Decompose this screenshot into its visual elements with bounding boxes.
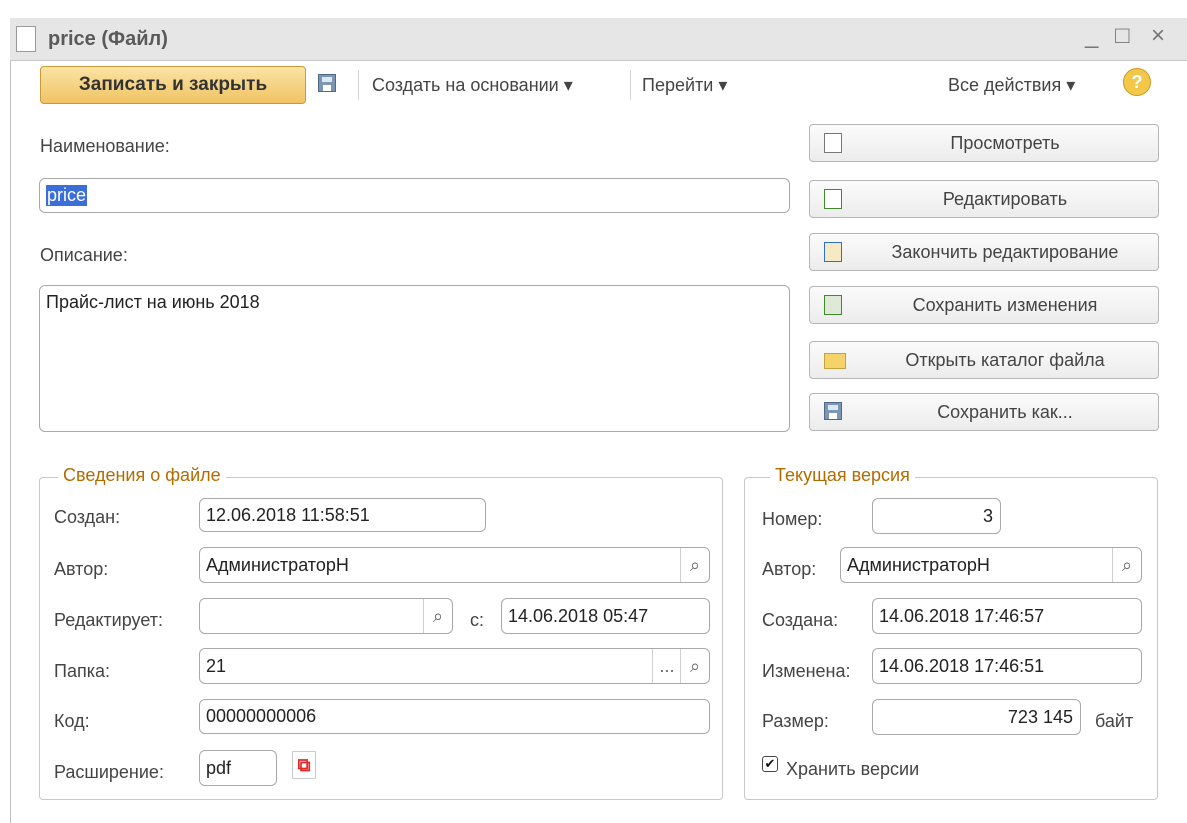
search-icon[interactable]: ⌕ — [680, 548, 709, 582]
finish-edit-button[interactable]: Закончить редактирование — [809, 233, 1159, 271]
create-based-menu[interactable]: Создать на основании ▾ — [372, 75, 573, 96]
folder-value: 21 — [206, 655, 227, 676]
folder-label: Папка: — [54, 661, 110, 681]
version-size-unit: байт — [1095, 711, 1134, 731]
window-title: price (Файл) — [48, 28, 168, 50]
version-author-value: АдминистраторН — [847, 554, 990, 575]
extension-label: Расширение: — [54, 762, 164, 782]
save-icon — [318, 74, 336, 92]
folder-icon — [824, 353, 846, 369]
current-version-title: Текущая версия — [770, 465, 915, 486]
folder-input[interactable]: 21 ... ⌕ — [199, 648, 710, 684]
editing-input[interactable]: ⌕ — [199, 598, 453, 634]
edit-document-icon — [824, 189, 842, 209]
author-label: Автор: — [54, 559, 109, 579]
edit-button-label: Редактировать — [942, 189, 1068, 209]
finish-edit-button-label: Закончить редактирование — [891, 242, 1119, 262]
help-button[interactable]: ? — [1123, 68, 1151, 96]
version-created-label: Создана: — [762, 610, 839, 630]
version-size-input[interactable]: 723 145 — [872, 699, 1081, 735]
name-value: price — [46, 185, 88, 206]
all-actions-menu[interactable]: Все действия ▾ — [948, 75, 1075, 96]
document-icon — [16, 26, 36, 52]
open-folder-button[interactable]: Открыть каталог файла — [809, 341, 1159, 379]
save-changes-button-label: Сохранить изменения — [912, 295, 1098, 315]
save-close-button[interactable]: Записать и закрыть — [40, 66, 306, 104]
version-author-label: Автор: — [762, 559, 817, 579]
pdf-icon: ⧉ — [292, 751, 316, 779]
author-value: АдминистраторН — [206, 554, 349, 575]
save-as-button-label: Сохранить как... — [937, 402, 1073, 422]
version-created-input[interactable]: 14.06.2018 17:46:57 — [872, 598, 1142, 634]
version-author-input[interactable]: АдминистраторН ⌕ — [840, 547, 1142, 583]
save-changes-icon — [824, 295, 842, 315]
maximize-button[interactable]: □ — [1115, 22, 1130, 50]
editing-label: Редактирует: — [54, 610, 163, 630]
search-icon[interactable]: ⌕ — [423, 599, 452, 633]
version-number-input[interactable]: 3 — [872, 498, 1001, 534]
document-icon — [824, 133, 842, 153]
view-button[interactable]: Просмотреть — [809, 124, 1159, 162]
close-button[interactable]: × — [1151, 22, 1165, 50]
created-label: Создан: — [54, 507, 121, 527]
toolbar-separator — [358, 70, 359, 100]
keep-versions-label: Хранить версии — [786, 759, 920, 779]
version-changed-label: Изменена: — [762, 661, 851, 681]
version-changed-input[interactable]: 14.06.2018 17:46:51 — [872, 648, 1142, 684]
finish-edit-icon — [824, 242, 842, 262]
open-folder-button-label: Открыть каталог файла — [905, 350, 1105, 370]
keep-versions-checkbox[interactable]: ✔ — [762, 756, 778, 772]
search-icon[interactable]: ⌕ — [1112, 548, 1141, 582]
floppy-icon — [824, 402, 842, 420]
code-input[interactable]: 00000000006 — [199, 699, 710, 734]
description-label: Описание: — [40, 245, 128, 265]
save-as-icon — [824, 402, 842, 422]
search-icon[interactable]: ⌕ — [680, 649, 709, 683]
created-input[interactable]: 12.06.2018 11:58:51 — [199, 498, 486, 532]
version-size-label: Размер: — [762, 711, 829, 731]
since-input[interactable]: 14.06.2018 05:47 — [501, 598, 710, 634]
go-to-menu[interactable]: Перейти ▾ — [642, 75, 727, 96]
file-info-title: Сведения о файле — [58, 465, 226, 486]
author-input[interactable]: АдминистраторН ⌕ — [199, 547, 710, 583]
extension-input[interactable]: pdf — [199, 750, 277, 786]
version-number-label: Номер: — [762, 509, 823, 529]
save-changes-button[interactable]: Сохранить изменения — [809, 286, 1159, 324]
name-input[interactable]: price — [39, 178, 790, 213]
toolbar-separator — [630, 70, 631, 100]
save-as-button[interactable]: Сохранить как... — [809, 393, 1159, 431]
since-label: с: — [470, 610, 485, 630]
description-textarea[interactable]: Прайс-лист на июнь 2018 — [39, 285, 790, 432]
name-label: Наименование: — [40, 136, 170, 156]
code-label: Код: — [54, 711, 90, 731]
select-dots-icon[interactable]: ... — [652, 649, 681, 683]
title-bar — [10, 18, 1187, 61]
view-button-label: Просмотреть — [950, 133, 1060, 153]
minimize-button[interactable]: _ — [1085, 22, 1098, 50]
edit-button[interactable]: Редактировать — [809, 180, 1159, 218]
